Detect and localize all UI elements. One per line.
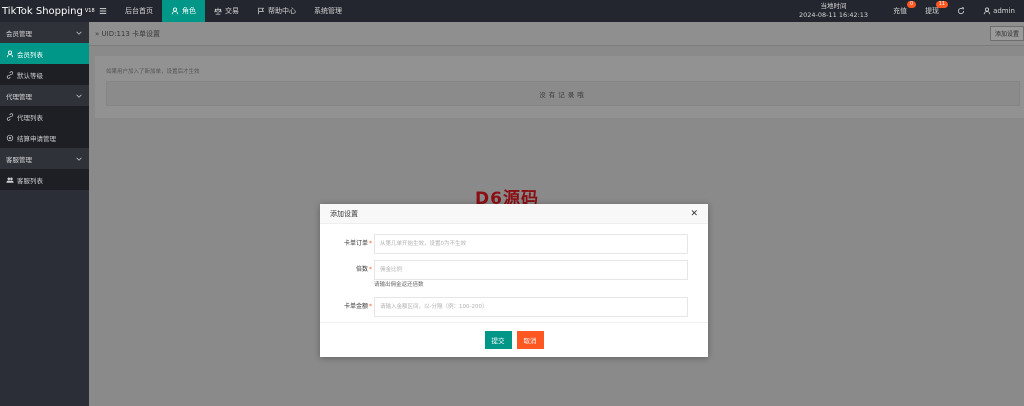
order-input[interactable] xyxy=(374,234,688,254)
nav-role-label: 角色 xyxy=(182,7,196,15)
nav-help[interactable]: 帮助中心 xyxy=(248,0,305,22)
submit-button[interactable]: 提交 xyxy=(484,331,512,349)
sidebar: 会员管理 会员列表 默认等级 代理管理 代理列表 结算申请管理 客服管理 客服列… xyxy=(0,22,89,406)
form-row-multiple: 倍数* xyxy=(320,260,708,280)
close-icon[interactable]: ✕ xyxy=(690,209,698,219)
settings-card: 如果用户加入了新加单，设置后才生效 没有记录哦 xyxy=(95,56,1024,118)
form-row-amount: 卡单金额* xyxy=(320,297,708,317)
users-icon xyxy=(6,177,14,183)
required-mark: * xyxy=(369,266,372,273)
scale-icon xyxy=(214,7,222,15)
user-name: admin xyxy=(993,7,1015,15)
nav-system[interactable]: 系统管理 xyxy=(305,0,351,22)
refresh-icon xyxy=(958,7,965,15)
user-menu[interactable]: admin xyxy=(974,0,1024,22)
sidebar-item-label: 结算申请管理 xyxy=(17,134,56,143)
nav-home-label: 后台首页 xyxy=(125,7,153,15)
form-row-order: 卡单订单* xyxy=(320,234,708,254)
nav-trade[interactable]: 交易 xyxy=(205,0,248,22)
multiple-hint: 请输出佣金返还倍数 xyxy=(374,282,424,288)
sidebar-group-label: 代理管理 xyxy=(6,92,32,101)
nav-system-label: 系统管理 xyxy=(314,7,342,15)
brand-name: TikTok Shopping xyxy=(2,5,83,17)
recharge-button[interactable]: 充值 0 xyxy=(884,0,917,22)
order-label-text: 卡单订单 xyxy=(343,240,368,247)
link-icon xyxy=(6,112,14,121)
local-time-value: 2024-08-11 16:42:13 xyxy=(799,11,869,19)
recharge-label: 充值 xyxy=(893,7,908,15)
multiple-input[interactable] xyxy=(374,260,688,280)
link-icon xyxy=(6,70,14,79)
order-label: 卡单订单* xyxy=(326,234,372,254)
nav-help-label: 帮助中心 xyxy=(268,7,296,15)
local-time-label: 当地时间 xyxy=(820,2,847,10)
user-icon xyxy=(6,50,14,57)
breadcrumb-bar: » UID:113 卡单设置 添加设置 xyxy=(89,22,1024,46)
multiple-label-text: 倍数 xyxy=(355,266,368,273)
amount-label: 卡单金额* xyxy=(326,297,372,317)
user-icon xyxy=(983,7,991,15)
amount-label-text: 卡单金额 xyxy=(343,303,368,310)
sidebar-item-agent-list[interactable]: 代理列表 xyxy=(0,106,89,127)
amount-input[interactable] xyxy=(374,297,688,317)
sidebar-group-agents[interactable]: 代理管理 xyxy=(0,85,89,106)
empty-records: 没有记录哦 xyxy=(106,81,1020,106)
sidebar-group-service[interactable]: 客服管理 xyxy=(0,148,89,169)
multiple-label: 倍数* xyxy=(326,260,372,280)
modal-header: 添加设置 ✕ xyxy=(320,204,708,224)
cancel-button[interactable]: 取消 xyxy=(516,331,544,349)
sidebar-group-label: 客服管理 xyxy=(6,155,32,164)
modal-title: 添加设置 xyxy=(330,209,358,218)
local-time: 当地时间 2024-08-11 16:42:13 xyxy=(799,2,868,20)
required-mark: * xyxy=(369,240,372,247)
top-bar: TikTok Shopping V18 后台首页 角色 交易 帮助中心 系统管理 … xyxy=(0,0,1024,22)
sidebar-item-label: 代理列表 xyxy=(17,113,43,122)
chevron-down-icon xyxy=(76,31,82,35)
flag-icon xyxy=(258,7,265,15)
withdraw-badge: 11 xyxy=(935,1,949,8)
sidebar-item-label: 会员列表 xyxy=(17,50,43,59)
add-setting-modal: 添加设置 ✕ 卡单订单* 倍数* 请输出佣金返还倍数 卡单金额* 提交 取消 xyxy=(320,204,708,357)
sidebar-item-service-list[interactable]: 客服列表 xyxy=(0,169,89,190)
chevron-down-icon xyxy=(76,94,82,98)
sidebar-item-default-level[interactable]: 默认等级 xyxy=(0,64,89,85)
recharge-badge: 0 xyxy=(906,1,917,8)
sidebar-item-label: 客服列表 xyxy=(17,176,43,185)
chevron-down-icon xyxy=(76,157,82,161)
nav-trade-label: 交易 xyxy=(225,7,239,15)
sidebar-item-label: 默认等级 xyxy=(17,71,43,80)
nav-home[interactable]: 后台首页 xyxy=(116,0,162,22)
add-setting-button[interactable]: 添加设置 xyxy=(989,26,1024,41)
sidebar-group-label: 会员管理 xyxy=(6,29,32,38)
brand-logo: TikTok Shopping V18 xyxy=(0,0,95,22)
breadcrumb: » UID:113 卡单设置 xyxy=(95,29,161,38)
menu-toggle[interactable] xyxy=(90,0,116,22)
menu-icon xyxy=(99,8,107,14)
withdraw-button[interactable]: 提现 11 xyxy=(916,0,949,22)
sidebar-group-members[interactable]: 会员管理 xyxy=(0,22,89,43)
sidebar-item-settlement[interactable]: 结算申请管理 xyxy=(0,127,89,148)
card-note: 如果用户加入了新加单，设置后才生效 xyxy=(106,69,200,75)
target-icon xyxy=(6,134,14,141)
required-mark: * xyxy=(369,303,372,310)
nav-role[interactable]: 角色 xyxy=(162,0,205,22)
sidebar-item-member-list[interactable]: 会员列表 xyxy=(0,43,89,64)
modal-footer: 提交 取消 xyxy=(320,322,708,357)
refresh-button[interactable] xyxy=(948,0,974,22)
user-icon xyxy=(171,7,179,15)
